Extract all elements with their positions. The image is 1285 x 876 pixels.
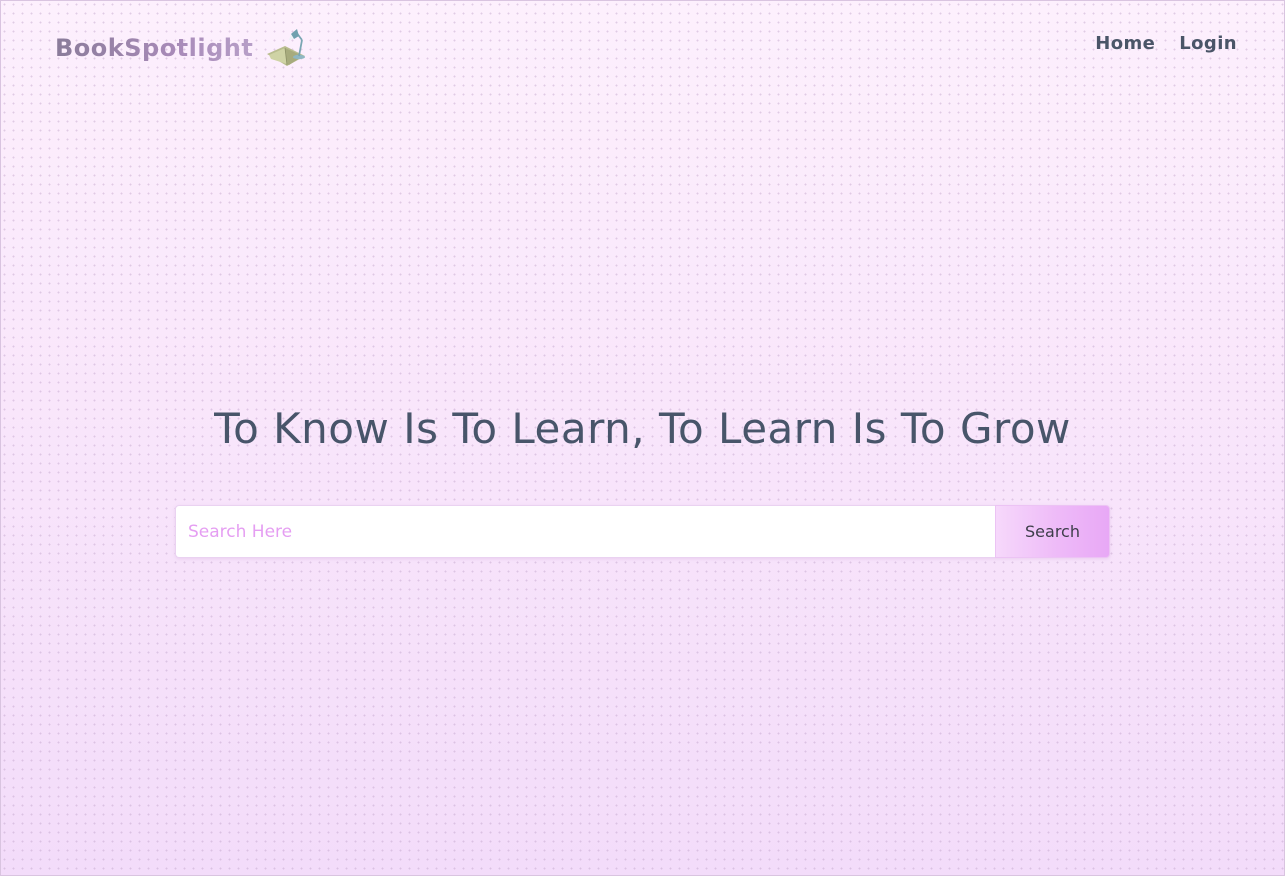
desk-lamp-book-icon (267, 29, 306, 66)
search-form: Search (175, 505, 1110, 558)
nav-link-home[interactable]: Home (1095, 33, 1155, 54)
search-button[interactable]: Search (995, 505, 1110, 558)
brand-name: BookSpotlight (55, 34, 254, 62)
brand-link[interactable]: BookSpotlight (55, 28, 311, 68)
nav-link-login[interactable]: Login (1179, 33, 1237, 54)
search-input[interactable] (175, 505, 995, 558)
hero-title: To Know Is To Learn, To Learn Is To Grow (214, 404, 1071, 453)
navbar: BookSpotlight Home Login (0, 0, 1285, 92)
nav-links: Home Login (1095, 33, 1237, 54)
